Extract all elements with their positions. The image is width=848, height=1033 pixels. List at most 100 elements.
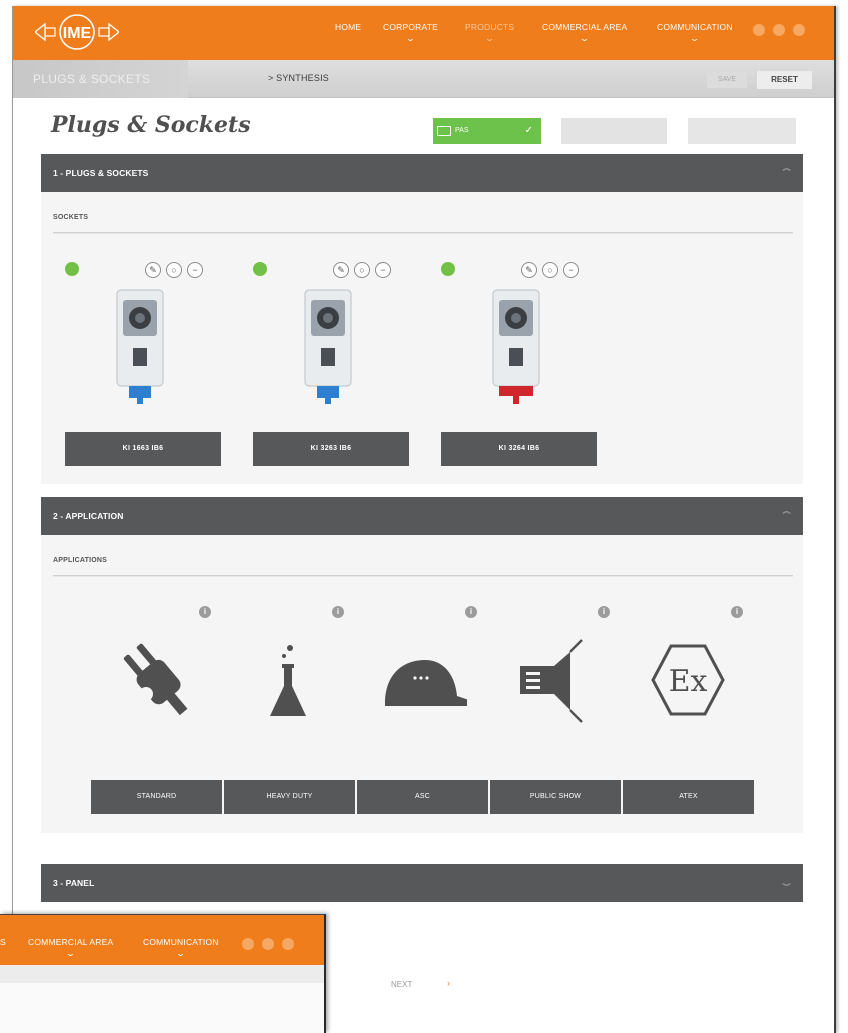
inset-nav-commercial-area[interactable]: COMMERCIAL AREA ⌄ [28,937,113,958]
inset-nav-fragment[interactable]: S [0,937,6,947]
nav-corporate-label: CORPORATE [383,22,439,32]
step-3-button[interactable] [688,118,796,144]
product-name: KI 3263 IB6 [253,432,409,466]
application-standard[interactable]: i STANDARD [91,606,224,814]
application-atex[interactable]: i Ex ATEX [623,606,756,814]
nav-home[interactable]: HOME [335,22,361,32]
top-header: IME HOME CORPORATE ⌄ PRODUCTS ⌄ COMMERCIAL… [13,6,834,60]
copy-icon[interactable]: ○ [166,262,182,278]
youtube-icon[interactable] [282,938,294,950]
nav-products[interactable]: PRODUCTS ⌄ [465,22,514,43]
info-icon[interactable]: i [598,606,610,618]
inset-screenshot: S COMMERCIAL AREA ⌄ COMMUNICATION ⌄ [0,914,326,1033]
logo[interactable]: IME [35,14,119,50]
divider [53,575,793,576]
wrench-icon[interactable]: ✎ [145,262,161,278]
section-plugs-sockets-header[interactable]: 1 - PLUGS & SOCKETS ⌃ [41,154,803,192]
remove-icon[interactable]: − [563,262,579,278]
application-asc[interactable]: i ASC [357,606,490,814]
selected-indicator [253,262,267,276]
application-heavy-duty[interactable]: i HEAVY DUTY [224,606,357,814]
page-title: Plugs & Sockets [51,112,251,138]
sockets-subtitle: SOCKETS [53,214,89,221]
section-title: 2 - APPLICATION [53,511,124,521]
info-icon[interactable]: i [332,606,344,618]
chevron-down-icon: ⌄ [175,949,187,958]
chevron-down-icon: ⌄ [689,34,701,43]
helmet-icon [385,660,467,706]
arrow-right-icon[interactable]: › [447,978,457,990]
application-label: ATEX [623,780,754,814]
nav-commercial-area[interactable]: COMMERCIAL AREA ⌄ [542,22,627,43]
document-icon [437,126,451,136]
page-frame: IME HOME CORPORATE ⌄ PRODUCTS ⌄ COMMERCIAL… [12,6,836,1033]
nav-home-label: HOME [335,22,362,32]
socket-image [492,289,540,404]
linkedin-icon[interactable] [773,24,785,36]
save-button[interactable]: SAVE [707,72,747,88]
section-title: 3 - PANEL [53,878,95,888]
step-pas-label: PAS [455,127,469,134]
facebook-icon[interactable] [242,938,254,950]
product-card[interactable]: ✎ ○ − KI 1663 IB6 [65,262,235,476]
breadcrumb: PLUGS & SOCKETS > SYNTHESIS SAVE RESET [13,60,834,98]
facebook-icon[interactable] [753,24,765,36]
info-icon[interactable]: i [465,606,477,618]
nav-corporate[interactable]: CORPORATE ⌄ [383,22,438,43]
plug-icon [123,643,188,716]
inset-nav-communication[interactable]: COMMUNICATION ⌄ [143,937,219,958]
info-icon[interactable]: i [199,606,211,618]
section-title: 1 - PLUGS & SOCKETS [53,168,149,178]
nav-communication[interactable]: COMMUNICATION ⌄ [657,22,733,43]
socket-image [304,289,352,404]
application-label: ASC [357,780,488,814]
socket-image [116,289,164,404]
applications-subtitle: APPLICATIONS [53,557,107,564]
nav-products-label: PRODUCTS [465,22,515,32]
nav-commercial-area-label: COMMERCIAL AREA [542,22,628,32]
inset-nav-fragment-label: S [0,937,6,947]
chevron-down-icon: ⌄ [65,949,77,958]
ex-hexagon-icon: Ex [651,644,725,716]
chevron-up-icon[interactable]: ⌃ [778,497,795,535]
product-name: KI 3264 IB6 [441,432,597,466]
inset-nav-label: COMMERCIAL AREA [28,937,114,947]
chevron-down-icon: ⌄ [579,34,591,43]
logo-text: IME [63,25,92,42]
info-icon[interactable]: i [731,606,743,618]
product-card[interactable]: ✎ ○ − KI 3264 IB6 [441,262,611,476]
section-panel-header[interactable]: 3 - PANEL ⌄ [41,864,803,902]
step-pas-button[interactable]: PAS ✓ [433,118,541,144]
copy-icon[interactable]: ○ [542,262,558,278]
breadcrumb-previous[interactable] [203,74,261,83]
speaker-icon [520,639,583,723]
chevron-down-icon[interactable]: ⌄ [778,864,795,902]
inset-nav-label: COMMUNICATION [143,937,219,947]
selected-indicator [441,262,455,276]
chevron-up-icon[interactable]: ⌃ [778,154,795,192]
application-label: STANDARD [91,780,222,814]
wrench-icon[interactable]: ✎ [521,262,537,278]
product-card[interactable]: ✎ ○ − KI 3263 IB6 [253,262,423,476]
nav-communication-label: COMMUNICATION [657,22,733,32]
copy-icon[interactable]: ○ [354,262,370,278]
remove-icon[interactable]: − [375,262,391,278]
application-label: HEAVY DUTY [224,780,355,814]
remove-icon[interactable]: − [187,262,203,278]
flask-icon [270,645,306,716]
wrench-icon[interactable]: ✎ [333,262,349,278]
reset-button[interactable]: RESET [757,71,812,89]
breadcrumb-section[interactable]: PLUGS & SOCKETS [13,60,188,98]
next-link[interactable]: NEXT [391,980,412,989]
application-label: PUBLIC SHOW [490,780,621,814]
section-application-header[interactable]: 2 - APPLICATION ⌃ [41,497,803,535]
inset-header: S COMMERCIAL AREA ⌄ COMMUNICATION ⌄ [0,915,324,965]
youtube-icon[interactable] [793,24,805,36]
application-public-show[interactable]: i PUBLIC SHOW [490,606,623,814]
product-name: KI 1663 IB6 [65,432,221,466]
linkedin-icon[interactable] [262,938,274,950]
svg-text:Ex: Ex [669,664,708,699]
inset-breadcrumb [0,965,324,983]
chevron-down-icon: ⌄ [404,34,417,43]
step-2-button[interactable] [561,118,667,144]
